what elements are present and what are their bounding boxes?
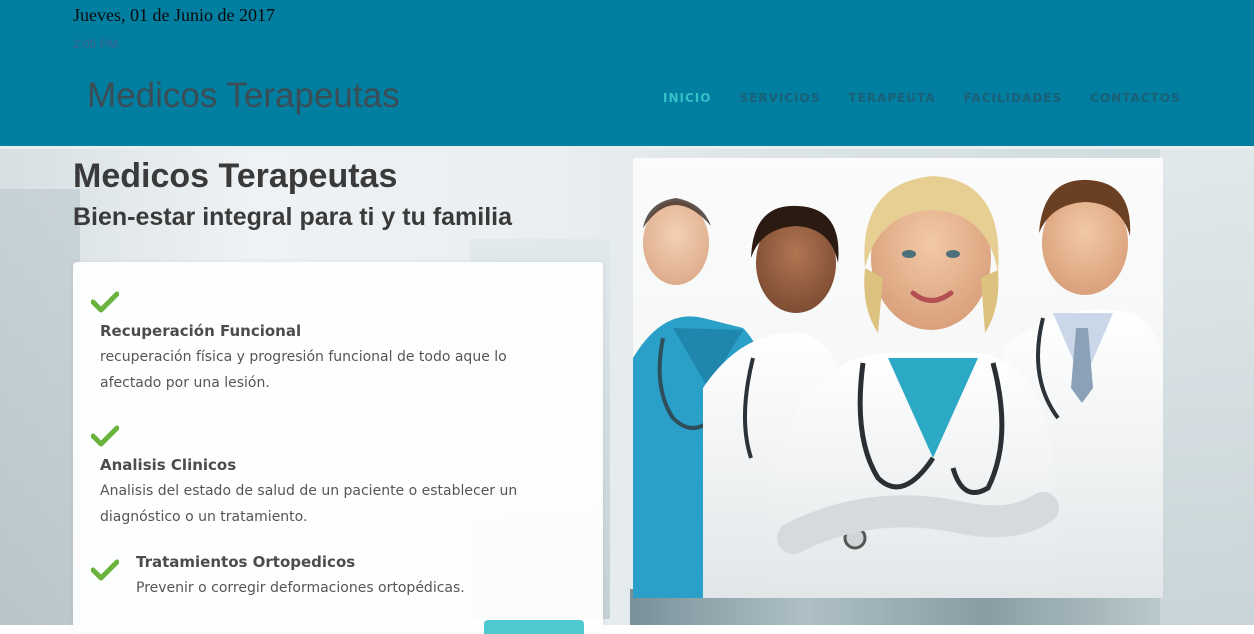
card-action-button[interactable] [484,620,584,634]
feature-title: Tratamientos Ortopedicos [136,553,356,571]
main-nav: INICIO SERVICIOS TERAPEUTA FACILIDADES C… [663,91,1209,105]
doctors-group-photo [633,158,1163,598]
nav-item-contactos[interactable]: CONTACTOS [1090,91,1180,105]
nav-item-servicios[interactable]: SERVICIOS [739,91,820,105]
feature-description: Analisis del estado de salud de un pacie… [100,483,518,525]
feature-description: recuperación física y progresión funcion… [100,349,507,391]
check-icon [91,425,119,447]
site-brand-link[interactable]: Medicos Terapeutas [87,76,400,116]
site-header: Jueves, 01 de Junio de 2017 2:05 PM Medi… [0,0,1254,146]
nav-item-terapeuta[interactable]: TERAPEUTA [848,91,935,105]
nav-item-inicio[interactable]: INICIO [663,91,711,105]
features-card: Recuperación Funcional recuperación físi… [73,262,603,634]
hero-subtitle: Bien-estar integral para ti y tu familia [73,203,513,231]
feature-description: Prevenir o corregir deformaciones ortopé… [136,580,465,596]
hero-title: Medicos Terapeutas [73,157,398,195]
doctors-illustration [633,176,1163,598]
check-icon [91,291,119,313]
feature-title: Analisis Clinicos [100,456,237,474]
nav-item-facilidades[interactable]: FACILIDADES [964,91,1063,105]
current-date: Jueves, 01 de Junio de 2017 [73,5,275,25]
current-time: 2:05 PM [73,37,118,51]
feature-title: Recuperación Funcional [100,322,302,340]
check-icon [91,559,119,581]
